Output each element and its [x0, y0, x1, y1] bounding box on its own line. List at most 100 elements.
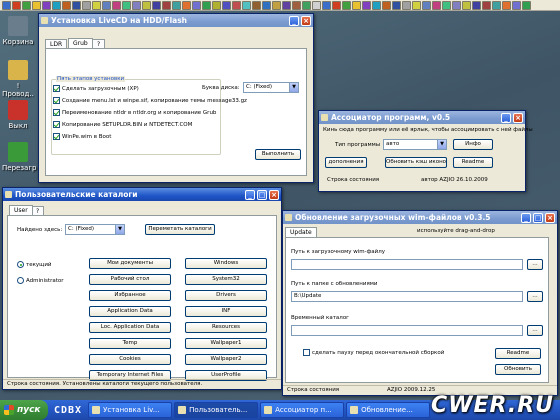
minimize-icon[interactable]: _ — [501, 112, 511, 123]
readme-button[interactable]: Readme — [453, 157, 493, 168]
relocate-button[interactable]: Переметать каталоги — [145, 224, 215, 235]
quick-launch-icon[interactable] — [512, 1, 521, 10]
step-checkbox-1[interactable]: Сделать загрузочным (XP) — [53, 85, 139, 92]
quick-launch-icon[interactable] — [402, 1, 411, 10]
quick-launch-icon[interactable] — [412, 1, 421, 10]
minimize-icon[interactable]: _ — [289, 15, 299, 26]
quick-launch-icon[interactable] — [272, 1, 281, 10]
recycle-bin-icon[interactable]: Корзина — [2, 16, 34, 46]
taskbar-button-folders[interactable]: Пользователь... — [174, 402, 259, 418]
quick-launch-icon[interactable] — [42, 1, 51, 10]
folder-button[interactable]: Loc. Application Data — [89, 322, 171, 333]
readme-button[interactable]: Readme — [495, 348, 541, 359]
quick-launch-icon[interactable] — [132, 1, 141, 10]
quick-launch-icon[interactable] — [92, 1, 101, 10]
quick-launch-icon[interactable] — [382, 1, 391, 10]
info-button[interactable]: Инфо — [453, 139, 493, 150]
tab-help[interactable]: ? — [31, 206, 45, 215]
update-titlebar[interactable]: Обновление загрузочных wim-файлов v0.3.5… — [283, 211, 557, 224]
taskbar-button-install[interactable]: Установка Liv... — [88, 402, 173, 418]
close-icon[interactable]: × — [301, 15, 311, 26]
quick-launch-icon[interactable] — [52, 1, 61, 10]
folder-button[interactable]: Application Data — [89, 306, 171, 317]
taskbar-button-update[interactable]: Обновление... — [346, 402, 431, 418]
quick-launch-icon[interactable] — [502, 1, 511, 10]
radio[interactable] — [17, 261, 24, 268]
quick-launch-icon[interactable] — [202, 1, 211, 10]
quick-launch-icon[interactable] — [282, 1, 291, 10]
step-checkbox-4[interactable]: Копирование SETUPLDR.BIN и NTDETECT.COM — [53, 121, 192, 128]
quick-launch-icon[interactable] — [32, 1, 41, 10]
step-checkbox-5[interactable]: WinPe.wim в Boot — [53, 133, 111, 140]
quick-launch-icon[interactable] — [372, 1, 381, 10]
quick-launch-icon[interactable] — [12, 1, 21, 10]
checkbox[interactable] — [53, 133, 60, 140]
close-icon[interactable]: × — [513, 112, 523, 123]
maximize-icon[interactable]: □ — [257, 189, 267, 200]
type-select[interactable]: авто ▼ — [383, 139, 447, 150]
minimize-icon[interactable]: _ — [521, 212, 531, 223]
minimize-icon[interactable]: _ — [245, 189, 255, 200]
wim-path-input[interactable] — [291, 259, 523, 270]
quick-launch-icon[interactable] — [262, 1, 271, 10]
tab-grub[interactable]: Grub — [68, 38, 93, 48]
quick-launch-icon[interactable] — [472, 1, 481, 10]
close-icon[interactable]: × — [545, 212, 555, 223]
quick-launch-icon[interactable] — [352, 1, 361, 10]
refresh-icons-button[interactable]: Обновить кэш иконок — [385, 157, 447, 168]
quick-launch-icon[interactable] — [122, 1, 131, 10]
folders-titlebar[interactable]: Пользовательские каталоги _ □ × — [3, 188, 281, 201]
quick-launch-icon[interactable] — [242, 1, 251, 10]
quick-launch-icon[interactable] — [332, 1, 341, 10]
checkbox[interactable] — [53, 97, 60, 104]
quick-launch-icon[interactable] — [112, 1, 121, 10]
quick-launch-icon[interactable] — [522, 1, 531, 10]
quick-launch-icon[interactable] — [252, 1, 261, 10]
quick-launch-icon[interactable] — [342, 1, 351, 10]
folder-button[interactable]: System32 — [185, 274, 267, 285]
update-button[interactable]: Обновить — [495, 364, 541, 375]
tab-user[interactable]: User — [9, 205, 33, 215]
quick-launch-icon[interactable] — [452, 1, 461, 10]
quick-launch-icon[interactable] — [492, 1, 501, 10]
quick-launch-icon[interactable] — [432, 1, 441, 10]
associator-titlebar[interactable]: Ассоциатор программ, v0.5 _ × — [319, 111, 525, 124]
update-path-input[interactable]: B:\Update — [291, 291, 523, 302]
quick-launch-text[interactable]: CDBX — [54, 405, 82, 416]
quick-launch-icon[interactable] — [302, 1, 311, 10]
radio[interactable] — [17, 277, 24, 284]
shutdown-icon[interactable]: Выкл — [2, 100, 34, 130]
start-button[interactable]: пуск — [0, 400, 48, 420]
folder-button[interactable]: Windows — [185, 258, 267, 269]
folder-button[interactable]: Resources — [185, 322, 267, 333]
quick-launch-icon[interactable] — [162, 1, 171, 10]
quick-launch-icon[interactable] — [222, 1, 231, 10]
folder-button[interactable]: Drivers — [185, 290, 267, 301]
explorer-icon[interactable]: !Провод.. — [2, 60, 34, 98]
browse-update-button[interactable]: … — [527, 291, 543, 302]
quick-launch-icon[interactable] — [292, 1, 301, 10]
checkbox[interactable] — [303, 349, 310, 356]
radio-current[interactable]: текущий — [17, 261, 52, 268]
quick-launch-icon[interactable] — [72, 1, 81, 10]
quick-launch-icon[interactable] — [212, 1, 221, 10]
radio-admin[interactable]: Administrator — [17, 277, 64, 284]
folder-button[interactable]: Wallpaper2 — [185, 354, 267, 365]
chevron-down-icon[interactable]: ▼ — [289, 83, 298, 92]
found-select[interactable]: C: (Fixed) ▼ — [65, 224, 125, 235]
browse-wim-button[interactable]: … — [527, 259, 543, 270]
quick-launch-icon[interactable] — [312, 1, 321, 10]
tab-help[interactable]: ? — [92, 39, 106, 48]
quick-launch-icon[interactable] — [142, 1, 151, 10]
run-button[interactable]: Выполнить — [255, 149, 301, 160]
folder-button[interactable]: Wallpaper1 — [185, 338, 267, 349]
folder-button[interactable]: Cookies — [89, 354, 171, 365]
browse-temp-button[interactable]: … — [527, 325, 543, 336]
folder-button[interactable]: Рабочий стол — [89, 274, 171, 285]
folder-button[interactable]: Избранное — [89, 290, 171, 301]
quick-launch-icon[interactable] — [422, 1, 431, 10]
quick-launch-icon[interactable] — [102, 1, 111, 10]
checkbox[interactable] — [53, 109, 60, 116]
quick-launch-icon[interactable] — [392, 1, 401, 10]
checkbox[interactable] — [53, 121, 60, 128]
